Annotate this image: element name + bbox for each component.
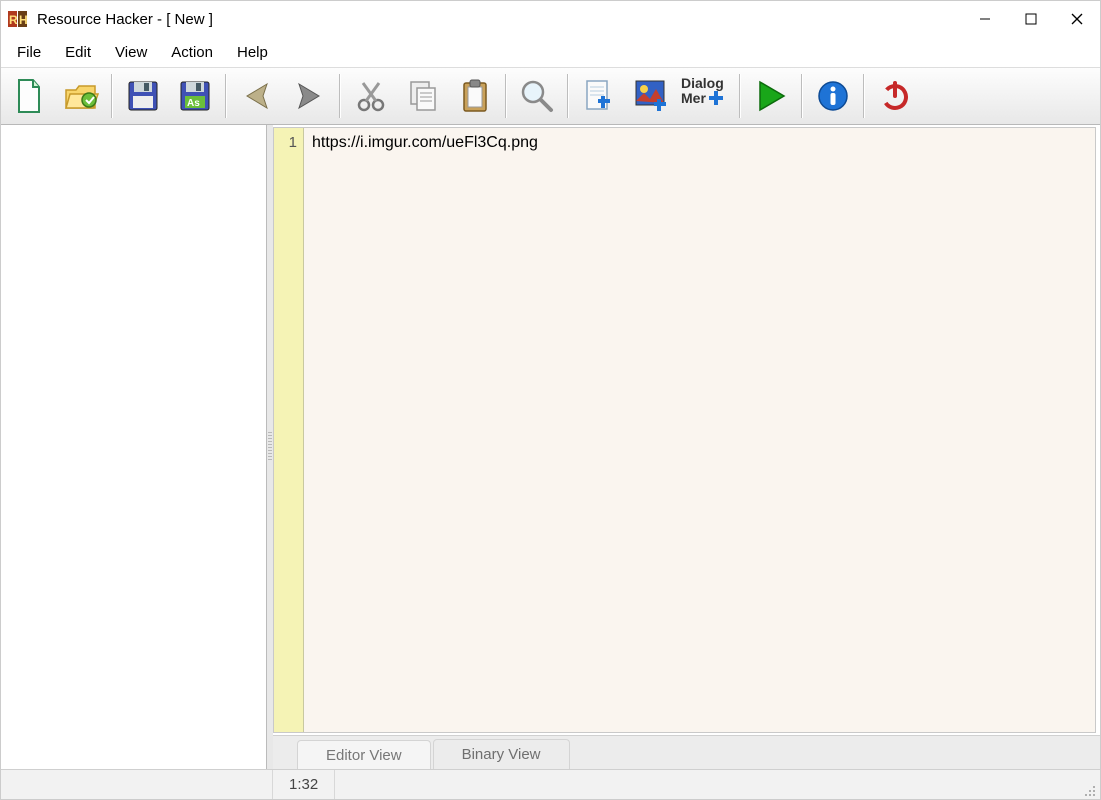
cut-button[interactable]	[346, 71, 396, 121]
search-icon	[519, 78, 555, 114]
menu-file[interactable]: File	[5, 40, 53, 65]
dialog-merge-button[interactable]: Dialog Mer	[678, 71, 734, 121]
title-bar: R H Resource Hacker - [ New ]	[1, 1, 1100, 37]
save-button[interactable]	[118, 71, 168, 121]
editor-content[interactable]: https://i.imgur.com/ueFl3Cq.png	[304, 128, 1095, 732]
main-area: 1 https://i.imgur.com/ueFl3Cq.png Editor…	[1, 125, 1100, 769]
menu-help[interactable]: Help	[225, 40, 280, 65]
editor-wrap: 1 https://i.imgur.com/ueFl3Cq.png Editor…	[273, 125, 1100, 769]
status-cursor-position: 1:32	[273, 770, 335, 799]
toolbar-separator	[801, 74, 803, 118]
save-icon	[126, 79, 160, 113]
toolbar-separator	[111, 74, 113, 118]
tab-binary-view[interactable]: Binary View	[433, 739, 570, 769]
toolbar-separator	[505, 74, 507, 118]
app-window: R H Resource Hacker - [ New ] File Edit …	[0, 0, 1101, 800]
toolbar-separator	[739, 74, 741, 118]
power-button[interactable]	[870, 71, 920, 121]
menu-bar: File Edit View Action Help	[1, 37, 1100, 67]
minimize-button[interactable]	[962, 1, 1008, 37]
window-title: Resource Hacker - [ New ]	[37, 11, 213, 28]
info-button[interactable]	[808, 71, 858, 121]
nav-back-button[interactable]	[232, 71, 282, 121]
status-bar: 1:32	[1, 769, 1100, 799]
dialog-label-bottom: Mer	[681, 90, 706, 106]
maximize-button[interactable]	[1008, 1, 1054, 37]
nav-forward-button[interactable]	[284, 71, 334, 121]
paste-icon	[460, 78, 490, 114]
menu-view[interactable]: View	[103, 40, 159, 65]
code-editor[interactable]: 1 https://i.imgur.com/ueFl3Cq.png	[273, 127, 1096, 733]
app-icon: R H	[7, 8, 29, 30]
svg-text:R: R	[9, 13, 18, 27]
find-button[interactable]	[512, 71, 562, 121]
power-icon	[879, 80, 911, 112]
plus-icon	[708, 90, 724, 106]
splitter-grip-icon	[268, 432, 272, 462]
status-cell-left	[1, 770, 273, 799]
line-number: 1	[274, 134, 297, 151]
toolbar-separator	[339, 74, 341, 118]
toolbar: As	[1, 67, 1100, 125]
dialog-label-top: Dialog	[681, 76, 731, 90]
svg-text:As: As	[187, 98, 200, 109]
toolbar-separator	[567, 74, 569, 118]
line-number-gutter: 1	[274, 128, 304, 732]
copy-button[interactable]	[398, 71, 448, 121]
tab-editor-view[interactable]: Editor View	[297, 740, 431, 770]
paste-button[interactable]	[450, 71, 500, 121]
view-tabs: Editor View Binary View	[273, 735, 1100, 769]
resource-tree-panel[interactable]	[1, 125, 267, 769]
info-icon	[817, 80, 849, 112]
add-image-button[interactable]	[626, 71, 676, 121]
cut-icon	[355, 80, 387, 112]
save-as-icon: As	[178, 79, 212, 113]
nav-forward-icon	[293, 80, 325, 112]
add-image-icon	[634, 79, 668, 113]
copy-icon	[407, 79, 439, 113]
menu-action[interactable]: Action	[159, 40, 225, 65]
toolbar-separator	[863, 74, 865, 118]
new-file-icon	[13, 78, 45, 114]
save-as-button[interactable]: As	[170, 71, 220, 121]
new-script-icon	[583, 78, 615, 114]
new-file-button[interactable]	[4, 71, 54, 121]
play-icon	[756, 79, 786, 113]
resize-grip-icon[interactable]	[1082, 783, 1096, 797]
toolbar-separator	[225, 74, 227, 118]
close-button[interactable]	[1054, 1, 1100, 37]
run-button[interactable]	[746, 71, 796, 121]
nav-back-icon	[241, 80, 273, 112]
new-script-button[interactable]	[574, 71, 624, 121]
svg-text:H: H	[19, 13, 28, 27]
open-folder-icon	[63, 80, 99, 112]
open-button[interactable]	[56, 71, 106, 121]
menu-edit[interactable]: Edit	[53, 40, 103, 65]
